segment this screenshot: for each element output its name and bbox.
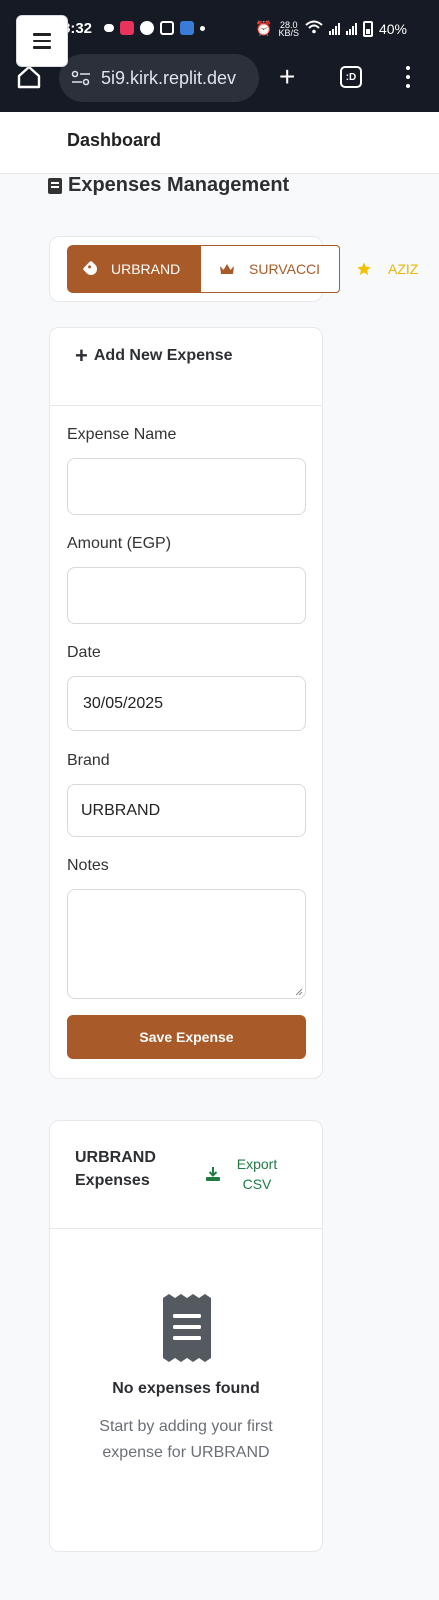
battery-icon [362,20,373,37]
network-speed: 28.0 KB/S [278,19,299,38]
export-csv-button[interactable]: Export CSV [205,1154,295,1194]
notification-icons [104,21,205,35]
tag-icon [82,260,100,278]
url-text: 5i9.kirk.replit.dev [101,67,237,88]
browser-menu-icon[interactable] [405,66,411,88]
tab-brand-survacci[interactable]: SURVACCI [200,245,340,293]
page-title: Expenses Management [48,174,289,197]
amount-label: Amount (EGP) [67,535,172,552]
home-icon[interactable] [16,64,42,90]
notes-textarea[interactable] [67,889,306,999]
notes-label: Notes [67,857,109,874]
battery-level: 40% [378,20,407,37]
url-bar[interactable]: 5i9.kirk.replit.dev [59,54,259,102]
new-tab-icon[interactable]: + [279,63,295,91]
wifi-icon [305,20,323,37]
status-right: ⏰ 28.0 KB/S 40% [255,20,407,37]
tab-switcher-button[interactable]: :D [340,66,362,88]
resize-handle-icon[interactable] [295,988,303,996]
expenses-title: URBRAND Expenses [75,1149,156,1189]
cloud-icon [104,24,114,32]
header-title: Dashboard [67,130,162,150]
signal-icon [328,22,340,35]
form-heading: + Add New Expense [75,343,233,368]
expense-name-label: Expense Name [67,426,177,443]
divider [50,1228,322,1229]
crown-icon [220,264,234,274]
star-icon [357,262,371,275]
date-input[interactable]: 30/05/2025 [67,676,306,731]
alarm-icon: ⏰ [255,20,273,36]
brand-label: Brand [67,752,110,769]
expense-name-input[interactable] [67,458,306,515]
empty-state-text: Start by adding your first expense for U… [99,1418,273,1461]
messages-app-icon [180,21,194,35]
amount-input[interactable] [67,567,306,624]
date-label: Date [67,644,101,661]
divider [50,405,322,406]
save-expense-button[interactable]: Save Expense [67,1015,306,1059]
tab-brand-urbrand[interactable]: URBRAND [67,245,201,293]
receipt-icon [163,1294,211,1362]
brand-select[interactable]: URBRAND [67,784,306,837]
pinterest-icon [140,21,154,35]
receipt-icon [48,177,62,194]
plus-icon: + [75,343,88,368]
tab-brand-aziz[interactable]: AZIZ [348,245,438,293]
dot-icon [200,25,205,31]
instagram-icon [160,21,174,35]
signal-icon-2 [345,22,357,35]
site-settings-icon[interactable] [71,70,91,86]
hamburger-menu-button[interactable] [16,15,68,67]
music-app-icon [120,21,134,35]
download-icon [206,1167,220,1181]
app-header: Dashboard [0,112,439,174]
empty-state-title: No expenses found [112,1380,260,1397]
